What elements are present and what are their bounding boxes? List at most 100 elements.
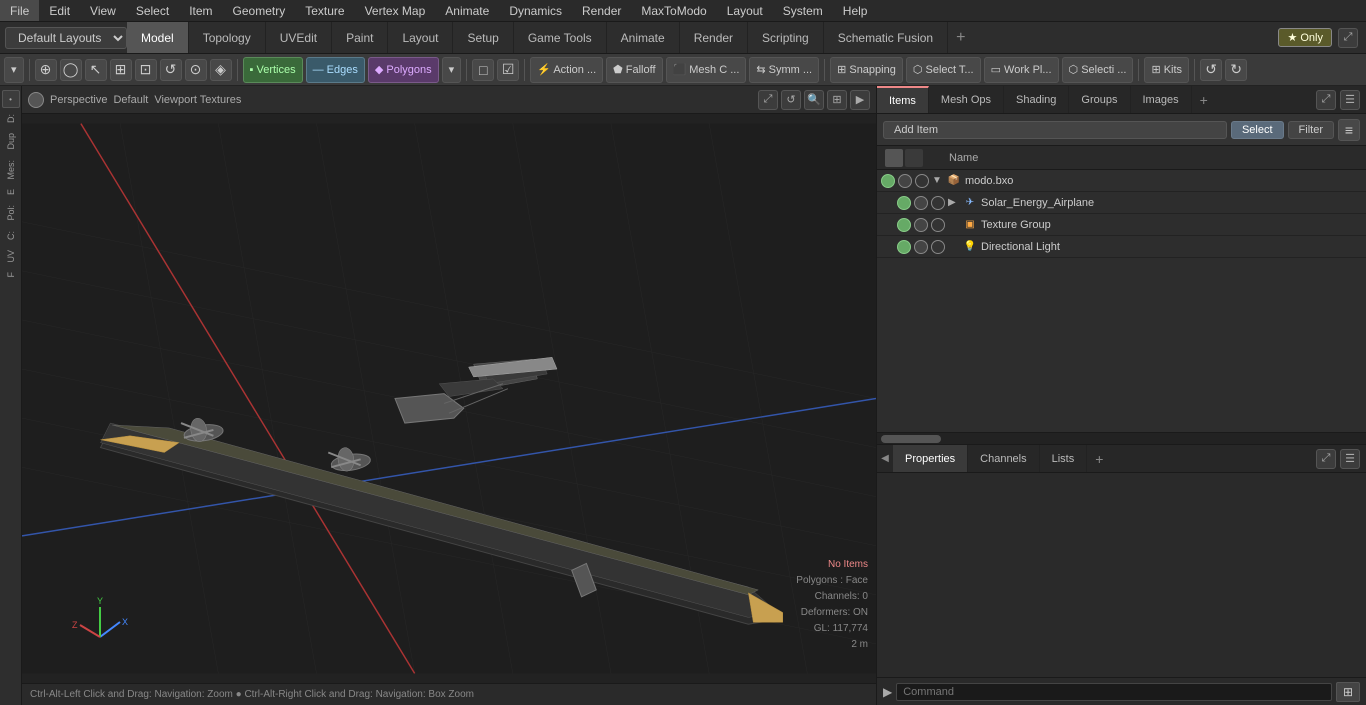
left-label-Pol[interactable]: Pol: [6, 201, 16, 225]
items-settings-btn[interactable]: ≡ [1338, 119, 1360, 141]
tab-items[interactable]: Items [877, 86, 929, 113]
tab-setup[interactable]: Setup [453, 22, 513, 53]
tree-eye2-root[interactable] [898, 174, 912, 188]
vp-play-btn[interactable]: ▶ [850, 90, 870, 110]
check-btn[interactable]: ☑ [497, 59, 519, 81]
viewport-textures[interactable]: Viewport Textures [154, 94, 241, 106]
left-label-Mes[interactable]: Mes: [6, 156, 16, 184]
work-plane-btn[interactable]: ▭ Work Pl... [984, 57, 1059, 83]
tree-eye3-root[interactable] [915, 174, 929, 188]
kits-btn[interactable]: ⊞ Kits [1144, 57, 1189, 83]
diamond-btn[interactable]: ◈ [210, 59, 232, 81]
left-label-F[interactable]: F [6, 268, 16, 282]
props-expand-btn[interactable]: ⤢ [1316, 449, 1336, 469]
action-btn[interactable]: ⚡ Action ... [530, 57, 603, 83]
tab-render[interactable]: Render [680, 22, 748, 53]
props-options-btn[interactable]: ☰ [1340, 449, 1360, 469]
h-scrollbar-thumb[interactable] [881, 435, 941, 443]
tree-eye-texture[interactable] [897, 218, 911, 232]
menu-vertex-map[interactable]: Vertex Map [355, 0, 436, 21]
layout-tab-add[interactable]: + [948, 29, 973, 47]
vp-zoom-btn[interactable]: 🔍 [804, 90, 824, 110]
left-label-E[interactable]: E [6, 185, 16, 199]
symm-btn[interactable]: ⇆ Symm ... [749, 57, 819, 83]
tab-animate[interactable]: Animate [607, 22, 680, 53]
grid2-btn[interactable]: ⊡ [135, 59, 157, 81]
falloff-btn[interactable]: ⬟ Falloff [606, 57, 662, 83]
selection-btn[interactable]: ⬡ Selecti ... [1062, 57, 1134, 83]
left-label-Dup[interactable]: Dup [6, 129, 16, 154]
tab-layout[interactable]: Layout [388, 22, 453, 53]
tab-properties[interactable]: Properties [893, 445, 968, 472]
left-btn-1[interactable]: • [2, 90, 20, 108]
tree-row-texture[interactable]: ▣ Texture Group [877, 214, 1366, 236]
select-tool-btn[interactable]: ⬡ Select T... [906, 57, 981, 83]
menu-file[interactable]: File [0, 0, 39, 21]
left-label-D[interactable]: D: [6, 110, 16, 127]
left-label-C[interactable]: C: [6, 227, 16, 244]
vp-grid-btn[interactable]: ⊞ [827, 90, 847, 110]
tab-mesh-ops[interactable]: Mesh Ops [929, 86, 1004, 113]
menu-help[interactable]: Help [833, 0, 878, 21]
viewport-dot-btn[interactable] [28, 92, 44, 108]
vp-reset-btn[interactable]: ↺ [781, 90, 801, 110]
menu-select[interactable]: Select [126, 0, 179, 21]
menu-layout[interactable]: Layout [717, 0, 773, 21]
tree-eye2-light[interactable] [914, 240, 928, 254]
add-item-button[interactable]: Add Item [883, 121, 1227, 139]
expand-root[interactable]: ▼ [932, 175, 946, 186]
tree-row-airplane[interactable]: ▶ ✈ Solar_Energy_Airplane [877, 192, 1366, 214]
star-only-button[interactable]: ★ Only [1278, 28, 1332, 47]
props-tab-add[interactable]: + [1087, 451, 1111, 467]
viewport-camera[interactable]: Perspective [50, 94, 107, 106]
rotate-btn[interactable]: ↺ [160, 59, 182, 81]
tree-eye2-airplane[interactable] [914, 196, 928, 210]
grid-btn[interactable]: ⊞ [110, 59, 132, 81]
select-arrow-btn[interactable]: ↖ [85, 59, 107, 81]
viewport-canvas[interactable]: No Items Polygons : Face Channels: 0 Def… [22, 114, 876, 683]
tree-eye-light[interactable] [897, 240, 911, 254]
items-collapse-btn[interactable]: ☰ [1340, 90, 1360, 110]
tab-lists[interactable]: Lists [1040, 445, 1088, 472]
tab-images[interactable]: Images [1131, 86, 1192, 113]
tree-eye2-texture[interactable] [914, 218, 928, 232]
tab-scripting[interactable]: Scripting [748, 22, 824, 53]
circle-btn[interactable]: ◯ [60, 59, 82, 81]
undo-btn[interactable]: ↺ [1200, 59, 1222, 81]
filter-button[interactable]: Filter [1288, 121, 1334, 139]
tree-eye-airplane[interactable] [897, 196, 911, 210]
tab-shading[interactable]: Shading [1004, 86, 1069, 113]
mode-dropdown-btn[interactable]: ▾ [4, 57, 24, 83]
items-expand-btn[interactable]: ⤢ [1316, 90, 1336, 110]
menu-texture[interactable]: Texture [295, 0, 354, 21]
poly-dropdown-btn[interactable]: ▾ [442, 57, 462, 83]
menu-system[interactable]: System [773, 0, 833, 21]
tree-eye3-light[interactable] [931, 240, 945, 254]
tree-eye3-texture[interactable] [931, 218, 945, 232]
tab-groups[interactable]: Groups [1069, 86, 1130, 113]
globe-btn[interactable]: ⊕ [35, 59, 57, 81]
items-tree[interactable]: ▼ 📦 modo.bxo ▶ ✈ Solar_Energy_Airplane [877, 170, 1366, 432]
menu-dynamics[interactable]: Dynamics [499, 0, 572, 21]
tree-row-light[interactable]: 💡 Directional Light [877, 236, 1366, 258]
tree-eye3-airplane[interactable] [931, 196, 945, 210]
layout-dropdown[interactable]: Default Layouts [5, 27, 127, 49]
redo-btn[interactable]: ↻ [1225, 59, 1247, 81]
tab-game-tools[interactable]: Game Tools [514, 22, 607, 53]
menu-view[interactable]: View [80, 0, 126, 21]
mesh-btn[interactable]: ⬛ Mesh C ... [666, 57, 747, 83]
menu-render[interactable]: Render [572, 0, 631, 21]
tab-schematic-fusion[interactable]: Schematic Fusion [824, 22, 948, 53]
expand-airplane[interactable]: ▶ [948, 197, 962, 208]
command-input[interactable] [896, 683, 1332, 701]
polygons-btn[interactable]: ◆ Polygons [368, 57, 439, 83]
vertices-btn[interactable]: ▪ Vertices [243, 57, 303, 83]
display-btn[interactable]: □ [472, 59, 494, 81]
edges-btn[interactable]: — Edges [306, 57, 365, 83]
vp-expand-btn[interactable]: ⤢ [758, 90, 778, 110]
menu-edit[interactable]: Edit [39, 0, 80, 21]
layout-expand-btn[interactable]: ⤢ [1338, 28, 1358, 48]
target-btn[interactable]: ⊙ [185, 59, 207, 81]
tab-paint[interactable]: Paint [332, 22, 388, 53]
select-items-button[interactable]: Select [1231, 121, 1284, 139]
